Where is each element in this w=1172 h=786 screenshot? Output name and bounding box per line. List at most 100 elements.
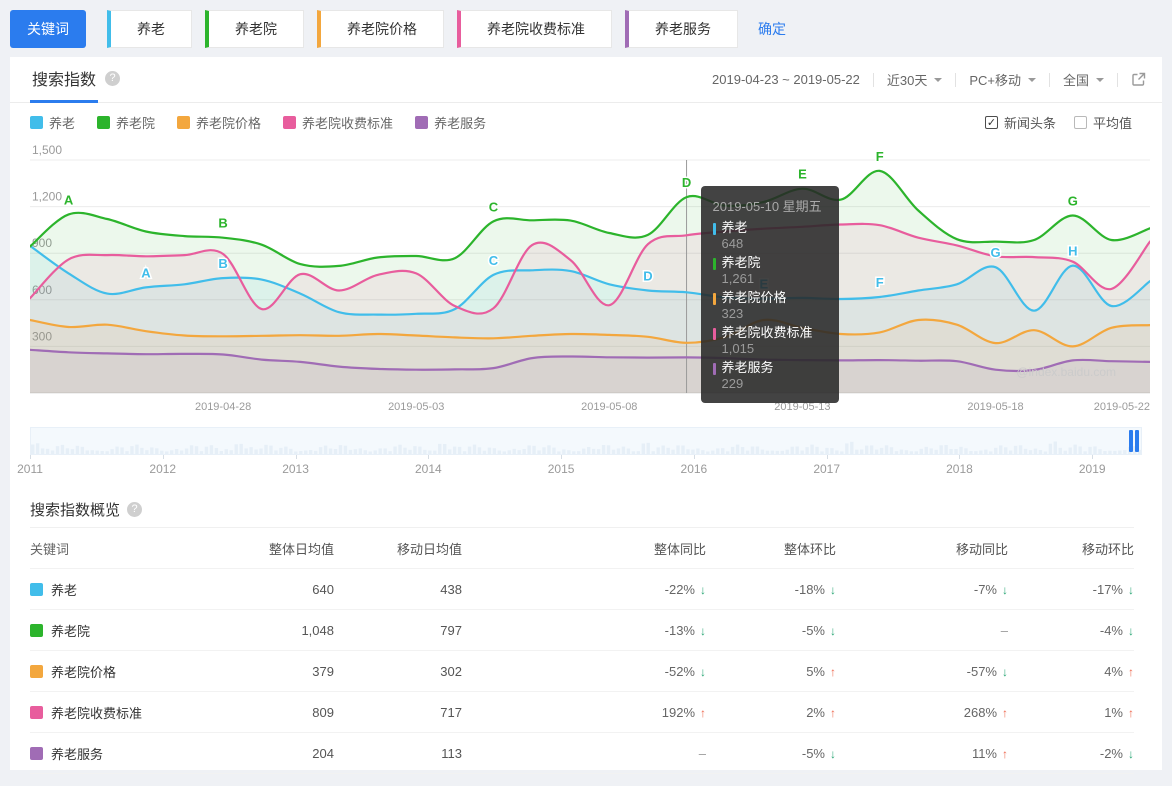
svg-text:F: F bbox=[876, 149, 884, 164]
overall-yoy: 192% ↑ bbox=[661, 704, 706, 720]
chart-tooltip: 2019-05-10 星期五 养老 648 养老院 1,261 养老院价格 32… bbox=[700, 186, 839, 403]
tooltip-item: 养老院收费标准 1,015 bbox=[712, 325, 827, 356]
timeline-year-label: 2012 bbox=[149, 462, 177, 476]
watermark: @index.baidu.com bbox=[1016, 365, 1116, 379]
timeline-year-label: 2013 bbox=[282, 462, 309, 476]
column-header: 整体环比 bbox=[783, 541, 836, 557]
date-range[interactable]: 2019-04-23 ~ 2019-05-22 bbox=[712, 72, 860, 87]
timeline-year-label: 2014 bbox=[414, 462, 442, 476]
svg-text:A: A bbox=[141, 265, 151, 280]
table-row: 养老服务 204 113 – -5% ↓ 11% ↑ -2% ↓ bbox=[30, 733, 1134, 774]
keyword-label-button[interactable]: 关键词 bbox=[10, 10, 86, 48]
checkbox-unchecked[interactable]: 平均值 bbox=[1073, 113, 1132, 132]
checkbox-checked[interactable]: ✓ 新闻头条 bbox=[984, 113, 1056, 132]
timeline-slider: 2011 2012 2013 2014 2015 2016 2017 2018 2019 bbox=[17, 427, 1142, 479]
keyword-tag[interactable]: 养老 bbox=[107, 10, 192, 48]
svg-text:B: B bbox=[218, 216, 227, 231]
legend-item[interactable]: 养老院收费标准 bbox=[283, 113, 393, 132]
confirm-link[interactable]: 确定 bbox=[758, 19, 786, 39]
mobile-mom: -17% ↓ bbox=[1092, 581, 1134, 597]
timeline-years: 2011 2012 2013 2014 2015 2016 2017 2018 2019 bbox=[17, 455, 1142, 479]
overview-title: 搜索指数概览 bbox=[30, 501, 121, 519]
legend-swatch bbox=[30, 115, 43, 129]
mobile-yoy: – bbox=[1000, 622, 1008, 638]
dropdown-device[interactable]: PC+移动 bbox=[969, 70, 1036, 89]
keyword-tag[interactable]: 养老院收费标准 bbox=[457, 10, 612, 48]
timeline-year-label: 2018 bbox=[946, 462, 973, 476]
overall-yoy: -22% ↓ bbox=[664, 581, 706, 597]
timeline-tick bbox=[959, 455, 961, 459]
legend-swatch bbox=[97, 115, 111, 129]
chart-legend: 养老 养老院 养老院价格 养老院收费标准 养老服务 bbox=[30, 113, 486, 132]
timeline-year-label: 2015 bbox=[547, 462, 575, 476]
overall-yoy: -13% ↓ bbox=[664, 622, 706, 638]
legend-item[interactable]: 养老院价格 bbox=[177, 113, 261, 132]
svg-text:H: H bbox=[1068, 244, 1077, 259]
tooltip-series-swatch bbox=[712, 328, 716, 340]
dropdown-period[interactable]: 近30天 bbox=[887, 70, 943, 89]
help-icon[interactable]: ? bbox=[105, 70, 121, 86]
keyword-tag[interactable]: 养老院价格 bbox=[317, 10, 444, 48]
overall-daily-avg: 204 bbox=[312, 745, 334, 761]
chart-canvas[interactable]: 3006009001,2001,500ABCDEFGHABCDEFG bbox=[30, 143, 1150, 395]
svg-text:1,500: 1,500 bbox=[32, 143, 62, 157]
column-header: 整体同比 bbox=[653, 541, 706, 557]
mobile-daily-avg: 438 bbox=[440, 581, 462, 597]
svg-text:1,200: 1,200 bbox=[32, 190, 62, 204]
trend-chart[interactable]: 3006009001,2001,500ABCDEFGHABCDEFG 2019-… bbox=[30, 143, 1150, 419]
keyword-cell: 养老 bbox=[30, 580, 212, 599]
legend-item[interactable]: 养老服务 bbox=[415, 113, 486, 132]
overall-daily-avg: 1,048 bbox=[301, 622, 334, 638]
svg-text:B: B bbox=[218, 256, 227, 271]
divider bbox=[1117, 72, 1118, 87]
table-row: 养老院收费标准 809 717 192% ↑ 2% ↑ 268% ↑ 1% ↑ bbox=[30, 692, 1134, 733]
svg-text:C: C bbox=[489, 253, 499, 268]
down-arrow-icon: ↓ bbox=[1128, 746, 1134, 761]
keyword-cell: 养老院 bbox=[30, 621, 212, 640]
x-axis-tick: 2019-05-18 bbox=[967, 401, 1024, 413]
overall-mom: -5% ↓ bbox=[801, 622, 836, 638]
mobile-yoy: -7% ↓ bbox=[973, 581, 1008, 597]
chevron-down-icon bbox=[1096, 77, 1104, 86]
overall-mom: 5% ↑ bbox=[806, 663, 836, 679]
overall-mom: -18% ↓ bbox=[794, 581, 836, 597]
svg-text:D: D bbox=[682, 175, 691, 190]
tab-search-index[interactable]: 搜索指数 bbox=[30, 54, 99, 103]
legend-item[interactable]: 养老院 bbox=[97, 113, 155, 132]
column-header: 关键词 bbox=[30, 541, 70, 557]
baidu-index-page: 关键词 养老 养老院 养老院价格 养老院收费标准 养老服务 确定 搜索指数 ? 2019… bbox=[0, 0, 1172, 786]
keyword-bar: 关键词 养老 养老院 养老院价格 养老院收费标准 养老服务 确定 bbox=[0, 0, 1172, 48]
tooltip-series-swatch bbox=[712, 258, 716, 270]
timeline-year-label: 2016 bbox=[680, 462, 708, 476]
column-header: 移动同比 bbox=[955, 541, 1008, 557]
svg-text:F: F bbox=[876, 275, 884, 290]
mobile-yoy: 268% ↑ bbox=[963, 704, 1008, 720]
series-swatch bbox=[30, 582, 43, 596]
svg-text:G: G bbox=[1068, 194, 1078, 209]
overview-table: 关键词 整体日均值 移动日均值 整体同比 整体环比 移动同比 移动环比 养老 640 438… bbox=[30, 527, 1142, 774]
mobile-daily-avg: 113 bbox=[441, 745, 462, 761]
keyword-tag[interactable]: 养老服务 bbox=[625, 10, 738, 48]
timeline-tick bbox=[693, 455, 695, 459]
mobile-mom: 1% ↑ bbox=[1104, 704, 1134, 720]
table-row: 养老 640 438 -22% ↓ -18% ↓ -7% ↓ -17% ↓ bbox=[30, 569, 1134, 610]
overall-yoy: -52% ↓ bbox=[664, 663, 706, 679]
svg-text:C: C bbox=[489, 199, 499, 214]
timeline-track[interactable] bbox=[30, 427, 1142, 455]
checkbox-icon: ✓ bbox=[984, 115, 998, 129]
timeline-handle[interactable] bbox=[1129, 430, 1139, 452]
checkbox-icon bbox=[1073, 115, 1087, 129]
external-link-icon[interactable] bbox=[1131, 72, 1146, 87]
help-icon[interactable]: ? bbox=[127, 501, 143, 517]
dropdown-region[interactable]: 全国 bbox=[1063, 70, 1104, 89]
keyword-tag[interactable]: 养老院 bbox=[205, 10, 304, 48]
mobile-daily-avg: 717 bbox=[440, 704, 462, 720]
down-arrow-icon: ↓ bbox=[1128, 582, 1134, 597]
x-axis-tick: 2019-05-08 bbox=[581, 401, 638, 413]
legend-item[interactable]: 养老 bbox=[30, 113, 75, 132]
down-arrow-icon: ↓ bbox=[1128, 623, 1134, 638]
mobile-mom: 4% ↑ bbox=[1104, 663, 1134, 679]
overview-section: 搜索指数概览 ? 关键词 整体日均值 移动日均值 整体同比 整体环比 移动同比 移动环比 养… bbox=[30, 491, 1142, 774]
divider bbox=[955, 72, 957, 87]
mobile-daily-avg: 302 bbox=[440, 663, 462, 679]
